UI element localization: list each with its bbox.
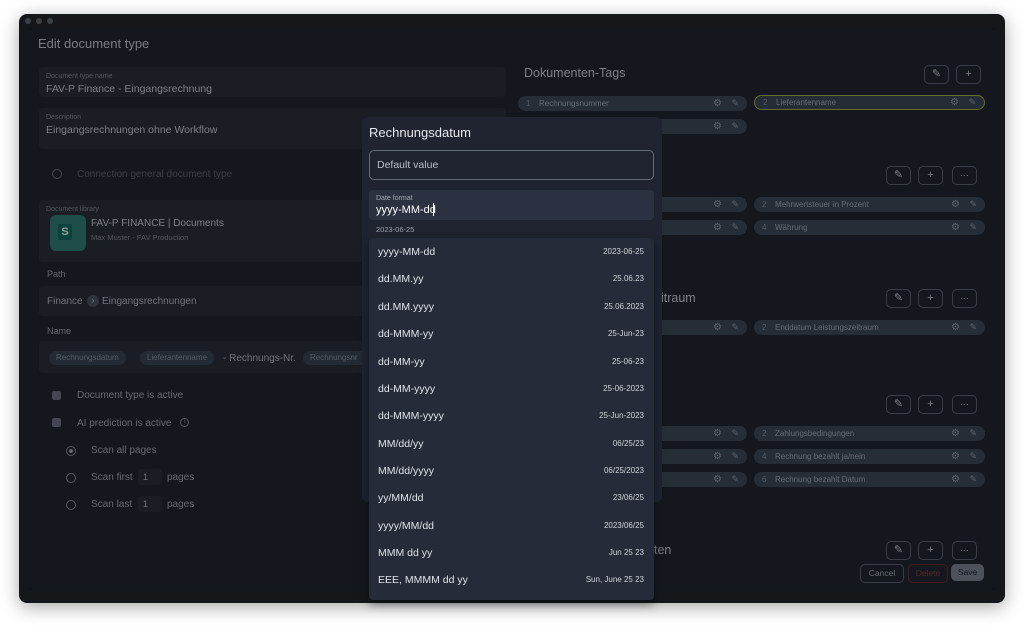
format-option-label: dd.MM.yyyy	[378, 301, 435, 313]
window-controls	[25, 18, 53, 24]
format-option[interactable]: dd-MM-yyyy 25-06-2023	[369, 375, 654, 402]
date-format-value: yyyy-MM-dd	[376, 204, 436, 216]
format-option[interactable]: MMM dd yy Jun 25 23	[369, 539, 654, 566]
format-option-label: dd-MM-yyyy	[378, 383, 436, 395]
format-option[interactable]: dd-MMM-yy 25-Jun-23	[369, 320, 654, 347]
date-format-dropdown: yyyy-MM-dd 2023-06-25 dd.MM.yy 25.06.23 dd…	[369, 238, 654, 600]
format-option-label: dd-MMM-yy	[378, 328, 434, 340]
format-option-label: dd-MMM-yyyy	[378, 410, 444, 422]
format-option-example: 06/25/2023	[603, 466, 644, 475]
format-option[interactable]: dd.MM.yy 25.06.23	[369, 265, 654, 292]
format-option[interactable]: yyyy/MM/dd 2023/06/25	[369, 512, 654, 539]
format-option-label: dd.MM.yy	[378, 273, 424, 285]
default-value-placeholder: Default value	[377, 159, 439, 171]
format-option-example: 23/06/25	[612, 493, 644, 502]
format-option-example: Sun, June 25 23	[585, 575, 644, 584]
default-value-input[interactable]: Default value	[369, 150, 654, 180]
format-option[interactable]: dd.MM.yyyy 25.06.2023	[369, 293, 654, 320]
format-option[interactable]: dd-MMM-yyyy 25-Jun-2023	[369, 402, 654, 429]
format-option-example: 2023-06-25	[603, 247, 644, 256]
format-option-label: yyyy-MM-dd	[378, 246, 436, 258]
text-caret	[433, 203, 434, 216]
date-format-preview: 2023-06-25	[376, 225, 415, 234]
format-option-label: yy/MM/dd	[378, 492, 424, 504]
minimize-dot-icon[interactable]	[36, 18, 42, 24]
format-option-label: MMM dd yy	[378, 547, 433, 559]
format-option-label: MM/dd/yyyy	[378, 465, 435, 477]
format-option-example: 06/25/23	[612, 439, 644, 448]
format-option-example: 25-06-2023	[603, 384, 644, 393]
format-option[interactable]: MM/dd/yyyy 06/25/2023	[369, 457, 654, 484]
format-option[interactable]: yy/MM/dd 23/06/25	[369, 484, 654, 511]
format-option-label: EEE, MMMM dd yy	[378, 574, 468, 586]
format-option-label: MM/dd/yy	[378, 438, 424, 450]
format-option-example: 25.06.2023	[603, 302, 644, 311]
format-option-example: 25-Jun-2023	[599, 411, 644, 420]
format-option-label: yyyy/MM/dd	[378, 520, 435, 532]
modal-title: Rechnungsdatum	[369, 125, 471, 140]
format-option[interactable]: MM/dd/yy 06/25/23	[369, 430, 654, 457]
format-option-example: 25-06-23	[611, 357, 644, 366]
format-option-label: dd-MM-yy	[378, 356, 425, 368]
maximize-dot-icon[interactable]	[47, 18, 53, 24]
format-option-example: Jun 25 23	[608, 548, 644, 557]
format-option-example: 2023/06/25	[603, 521, 644, 530]
format-option[interactable]: dd-MM-yy 25-06-23	[369, 348, 654, 375]
format-option-example: 25-Jun-23	[607, 329, 644, 338]
close-dot-icon[interactable]	[25, 18, 31, 24]
format-option[interactable]: yyyy-MM-dd 2023-06-25	[369, 238, 654, 265]
format-option[interactable]: EEE, MMMM dd yy Sun, June 25 23	[369, 566, 654, 593]
date-format-input[interactable]: Date format yyyy-MM-dd	[369, 190, 654, 220]
format-option-example: 25.06.23	[612, 274, 644, 283]
date-format-label: Date format	[376, 195, 413, 202]
